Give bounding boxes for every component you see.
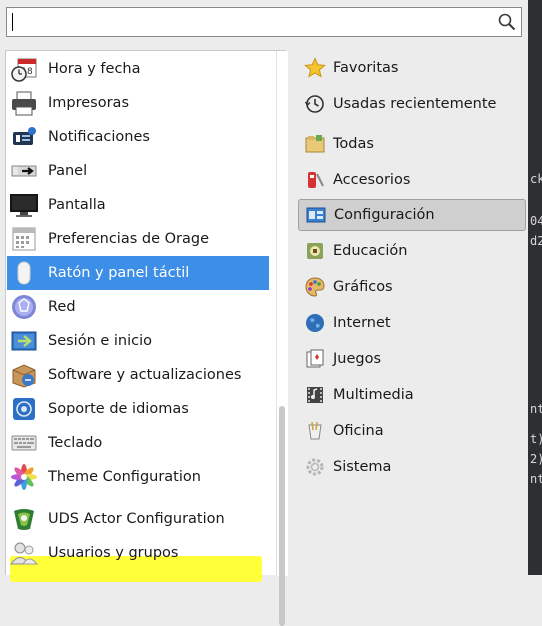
app-label: UDS Actor Configuration [48,511,225,527]
category-label: Favoritas [333,60,399,76]
app-item-impresoras[interactable]: Impresoras [7,86,269,120]
category-label: Usadas recientemente [333,96,497,112]
category-label: Todas [333,136,374,152]
search-box[interactable] [6,7,522,37]
calendar-clock-icon: 18 [9,54,39,84]
app-item-sesion-e-inicio[interactable]: Sesión e inicio [7,324,269,358]
folder-all-icon [303,132,327,156]
app-item-preferencias-de-orage[interactable]: Preferencias de Orage [7,222,269,256]
category-label: Educación [333,243,408,259]
app-label: Theme Configuration [48,469,201,485]
app-label: Usuarios y grupos [48,545,179,561]
category-favoritas[interactable]: Favoritas [298,52,526,84]
education-icon [303,239,327,263]
software-update-icon [9,360,39,390]
mouse-icon [9,258,39,288]
category-label: Sistema [333,459,392,475]
star-icon [303,56,327,80]
category-label: Configuración [334,207,435,223]
category-multimedia[interactable]: Multimedia [298,379,526,411]
category-label: Internet [333,315,391,331]
app-label: Preferencias de Orage [48,231,210,247]
app-label: Ratón y panel táctil [48,265,190,281]
app-item-theme-configuration[interactable]: Theme Configuration [7,460,269,494]
category-todas[interactable]: Todas [298,128,526,160]
accessories-icon [303,168,327,192]
app-item-panel[interactable]: Panel [7,154,269,188]
app-item-usuarios-y-grupos[interactable]: Usuarios y grupos [7,536,269,570]
orage-calendar-icon [9,224,39,254]
graphics-palette-icon [303,275,327,299]
app-label: Sesión e inicio [48,333,153,349]
app-item-soporte-de-idiomas[interactable]: Soporte de idiomas [7,392,269,426]
app-label: Impresoras [48,95,129,111]
app-label: Red [48,299,76,315]
category-internet[interactable]: Internet [298,307,526,339]
category-usadas-recientemente[interactable]: Usadas recientemente [298,88,526,120]
category-graficos[interactable]: Gráficos [298,271,526,303]
app-label: Panel [48,163,88,179]
category-label: Multimedia [333,387,414,403]
app-item-software-y-actualizaciones[interactable]: Software y actualizaciones [7,358,269,392]
multimedia-icon [303,383,327,407]
category-label: Juegos [333,351,382,367]
app-item-uds-actor-configuration[interactable]: UDS Actor Configuration [7,502,269,536]
app-label: Hora y fecha [48,61,141,77]
terminal-text: 04 [530,214,542,228]
background-terminal: ck 04 d2 nt t) 2) nt [528,0,542,575]
panel-icon [9,156,39,186]
office-icon [303,419,327,443]
app-item-hora-y-fecha[interactable]: 18 Hora y fecha [7,52,269,86]
category-label: Oficina [333,423,384,439]
category-educacion[interactable]: Educación [298,235,526,267]
category-juegos[interactable]: Juegos [298,343,526,375]
app-item-notificaciones[interactable]: Notificaciones [7,120,269,154]
app-item-red[interactable]: Red [7,290,269,324]
history-icon [303,92,327,116]
scrollbar-thumb[interactable] [279,406,285,626]
keyboard-icon [9,428,39,458]
theme-flower-icon [9,462,39,492]
app-item-raton-y-panel-tactil[interactable]: Ratón y panel táctil [7,256,269,290]
app-list: 18 Hora y fecha Impresoras Notificacione… [5,50,288,626]
monitor-icon [9,190,39,220]
network-icon [9,292,39,322]
terminal-text: d2 [530,234,542,248]
users-icon [9,538,39,568]
terminal-text: nt [530,472,542,486]
terminal-text: t) [530,432,542,446]
app-label: Pantalla [48,197,106,213]
category-oficina[interactable]: Oficina [298,415,526,447]
category-accesorios[interactable]: Accesorios [298,164,526,196]
search-input[interactable] [11,10,491,34]
category-label: Gráficos [333,279,393,295]
app-label: Teclado [48,435,103,451]
search-icon[interactable] [497,12,517,32]
app-item-teclado[interactable]: Teclado [7,426,269,460]
system-gear-icon [303,455,327,479]
notification-icon [9,122,39,152]
terminal-text: nt [530,402,542,416]
category-sistema[interactable]: Sistema [298,451,526,483]
session-icon [9,326,39,356]
language-support-icon [9,394,39,424]
app-label: Notificaciones [48,129,150,145]
games-icon [303,347,327,371]
app-label: Software y actualizaciones [48,367,242,383]
terminal-text: ck [530,172,542,186]
category-label: Accesorios [333,172,411,188]
settings-icon [304,203,328,227]
printer-icon [9,88,39,118]
app-label: Soporte de idiomas [48,401,189,417]
terminal-text: 2) [530,452,542,466]
category-configuracion[interactable]: Configuración [298,199,526,231]
app-item-pantalla[interactable]: Pantalla [7,188,269,222]
uds-actor-icon [9,504,39,534]
globe-icon [303,311,327,335]
